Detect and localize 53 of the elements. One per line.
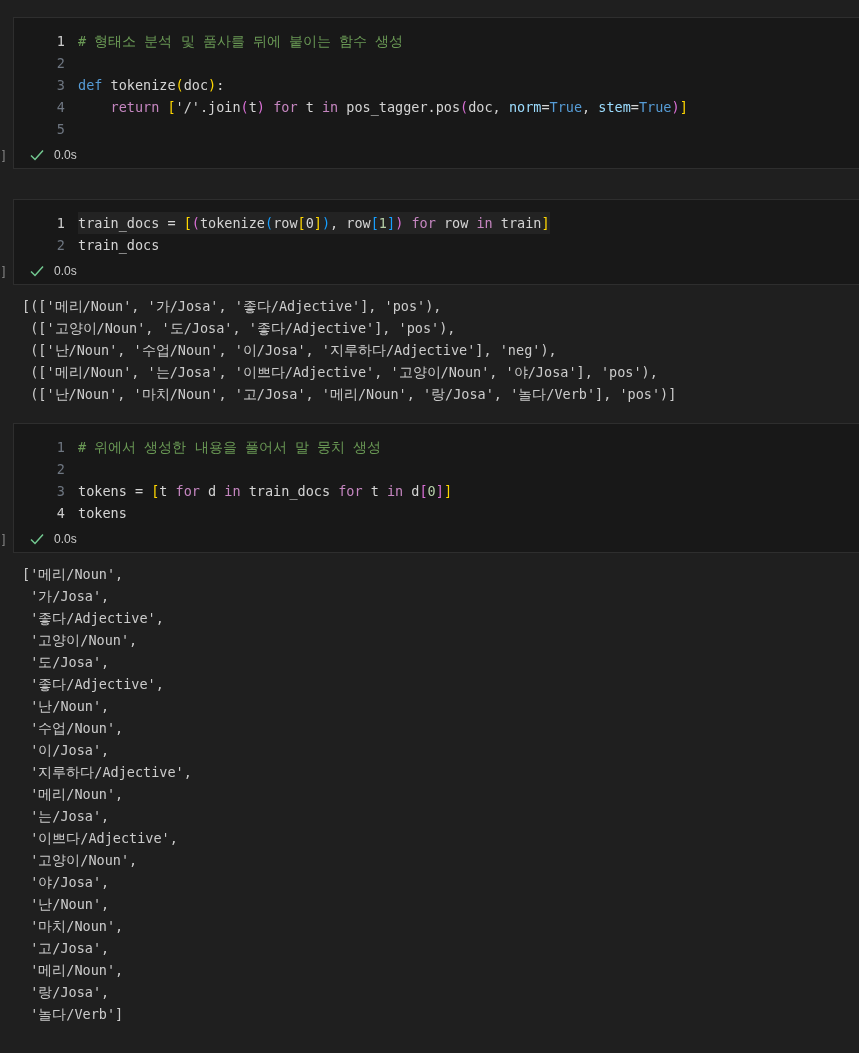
line-number: 1 — [55, 437, 66, 457]
output-line: '마치/Noun', — [29, 917, 125, 936]
output-line: '도/Josa', — [29, 653, 111, 672]
check-icon — [30, 149, 44, 161]
code-line: # 형태소 분석 및 품사를 뒤에 붙이는 함수 생성 — [78, 32, 404, 51]
code-line: def tokenize(doc): — [78, 76, 225, 95]
line-number: 3 — [55, 75, 66, 95]
code-line: return ['/'.join(t) for t in pos_tagger.pos(doc, norm=True, stem=True)] — [109, 98, 688, 118]
line-number: 4 — [55, 97, 66, 117]
execution-bracket: ] — [2, 531, 6, 548]
line-number: 1 — [55, 31, 66, 51]
output-line: (['고양이/Noun', '도/Josa', '좋다/Adjective'], 'pos'), — [29, 319, 457, 338]
line-number: 3 — [55, 481, 66, 501]
output-line: '이/Josa', — [29, 741, 111, 760]
output-line: '고양이/Noun', — [29, 851, 139, 870]
code-line: # 위에서 생성한 내용을 풀어서 말 뭉치 생성 — [78, 438, 382, 457]
output-line: '놀다/Verb'] — [29, 1005, 125, 1024]
output-line: (['메리/Noun', '는/Josa', '이쁘다/Adjective', '고양이/Noun', '야/Josa'], 'pos'), — [29, 363, 659, 382]
output-line: '야/Josa', — [29, 873, 111, 892]
check-icon — [30, 265, 44, 277]
output-line: [(['메리/Noun', '가/Josa', '좋다/Adjective'], 'pos'), — [22, 297, 443, 316]
line-number: 2 — [55, 53, 66, 73]
output-line: '지루하다/Adjective', — [29, 763, 193, 782]
output-line: '가/Josa', — [29, 587, 111, 606]
output-line: '좋다/Adjective', — [29, 675, 165, 694]
line-number: 4 — [55, 503, 66, 523]
line-number: 2 — [55, 235, 66, 255]
output-line: ['메리/Noun', — [22, 565, 125, 584]
output-line: '랑/Josa', — [29, 983, 111, 1002]
line-number: 5 — [55, 119, 66, 139]
output-line: '메리/Noun', — [29, 961, 125, 980]
execution-bracket: ] — [2, 147, 6, 164]
line-number: 2 — [55, 459, 66, 479]
output-line: '는/Josa', — [29, 807, 111, 826]
code-line: tokens — [78, 504, 127, 523]
output-line: '난/Noun', — [29, 697, 111, 716]
execution-time: 0.0s — [54, 263, 77, 280]
output-line: (['난/Noun', '수업/Noun', '이/Josa', '지루하다/Adjective'], 'neg'), — [29, 341, 558, 360]
execution-bracket: ] — [2, 263, 6, 280]
output-line: (['난/Noun', '마치/Noun', '고/Josa', '메리/Noun', '랑/Josa', '놀다/Verb'], 'pos')] — [29, 385, 678, 404]
execution-time: 0.0s — [54, 147, 77, 164]
line-number: 1 — [55, 213, 66, 233]
output-line: '고/Josa', — [29, 939, 111, 958]
check-icon — [30, 533, 44, 545]
execution-time: 0.0s — [54, 531, 77, 548]
output-line: '좋다/Adjective', — [29, 609, 165, 628]
code-line: tokens = [t for d in train_docs for t in d[0]] — [78, 482, 453, 502]
code-line: train_docs — [78, 236, 160, 256]
output-line: '이쁘다/Adjective', — [29, 829, 179, 848]
output-line: '고양이/Noun', — [29, 631, 139, 650]
output-line: '메리/Noun', — [29, 785, 125, 804]
output-line: '난/Noun', — [29, 895, 111, 914]
output-line: '수업/Noun', — [29, 719, 125, 738]
